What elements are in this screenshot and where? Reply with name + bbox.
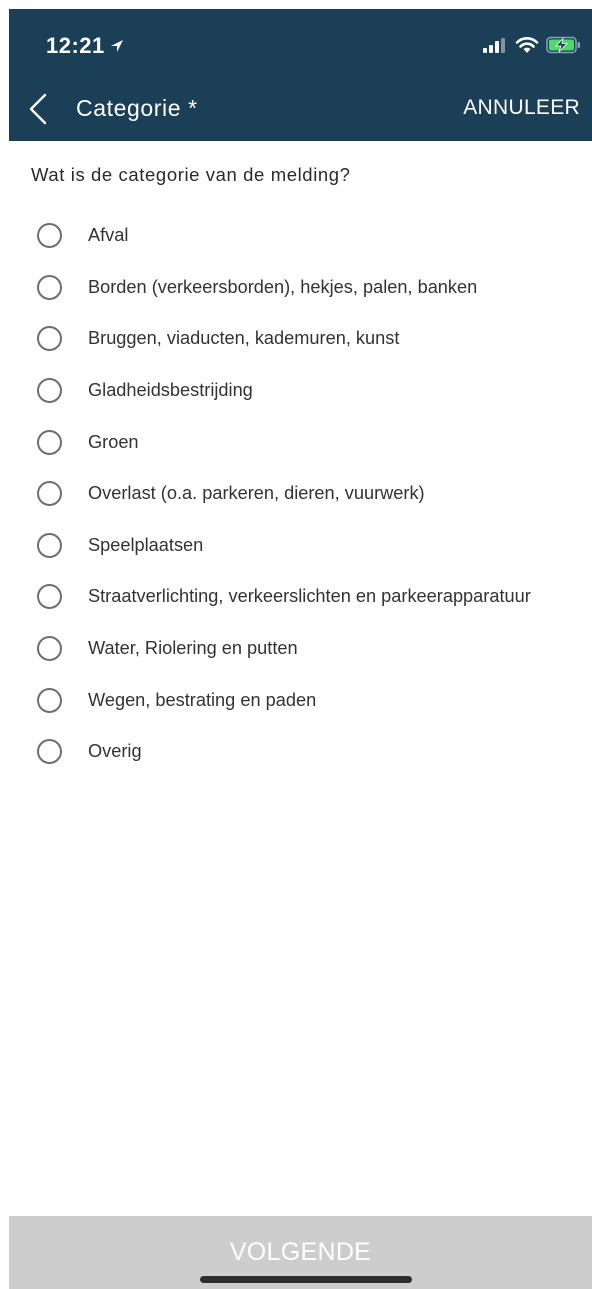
- option-bruggen[interactable]: Bruggen, viaducten, kademuren, kunst: [37, 313, 592, 365]
- option-borden[interactable]: Borden (verkeersborden), hekjes, palen, …: [37, 262, 592, 314]
- radio-unchecked-icon[interactable]: [37, 429, 62, 455]
- option-gladheidsbestrijding[interactable]: Gladheidsbestrijding: [37, 365, 592, 417]
- location-arrow-icon: [110, 40, 123, 52]
- option-label: Water, Riolering en putten: [88, 638, 298, 659]
- option-overlast[interactable]: Overlast (o.a. parkeren, dieren, vuurwer…: [37, 468, 592, 520]
- cellular-signal-icon: [483, 38, 505, 53]
- home-indicator[interactable]: [200, 1276, 412, 1283]
- option-water[interactable]: Water, Riolering en putten: [37, 623, 592, 675]
- radio-unchecked-icon[interactable]: [37, 326, 62, 352]
- option-speelplaatsen[interactable]: Speelplaatsen: [37, 520, 592, 572]
- back-button[interactable]: [25, 92, 51, 126]
- option-afval[interactable]: Afval: [37, 210, 592, 262]
- option-label: Gladheidsbestrijding: [88, 380, 253, 401]
- page-title: Categorie *: [76, 95, 198, 121]
- option-straatverlichting[interactable]: Straatverlichting, verkeerslichten en pa…: [37, 571, 592, 623]
- category-options: Afval Borden (verkeersborden), hekjes, p…: [37, 210, 592, 778]
- option-wegen[interactable]: Wegen, bestrating en paden: [37, 674, 592, 726]
- status-time: 12:21: [46, 33, 125, 59]
- radio-unchecked-icon[interactable]: [37, 223, 62, 249]
- battery-charging-icon: [546, 36, 580, 54]
- radio-unchecked-icon[interactable]: [37, 378, 62, 404]
- option-label: Straatverlichting, verkeerslichten en pa…: [88, 586, 531, 607]
- radio-unchecked-icon[interactable]: [37, 584, 62, 610]
- radio-unchecked-icon[interactable]: [37, 687, 62, 713]
- status-time-text: 12:21: [46, 33, 105, 58]
- option-label: Overig: [88, 741, 142, 762]
- option-label: Borden (verkeersborden), hekjes, palen, …: [88, 276, 478, 297]
- option-groen[interactable]: Groen: [37, 416, 592, 468]
- option-label: Wegen, bestrating en paden: [88, 689, 317, 710]
- question-label: Wat is de categorie van de melding?: [31, 164, 351, 185]
- status-icons: [482, 36, 582, 54]
- option-label: Groen: [88, 431, 139, 452]
- option-label: Afval: [88, 225, 129, 246]
- cancel-button[interactable]: ANNULEER: [463, 96, 580, 120]
- option-label: Speelplaatsen: [88, 534, 204, 555]
- option-label: Bruggen, viaducten, kademuren, kunst: [88, 328, 400, 349]
- radio-unchecked-icon[interactable]: [37, 739, 62, 765]
- header: 12:21 Categorie * ANNULEER: [9, 9, 592, 141]
- option-overig[interactable]: Overig: [37, 726, 592, 778]
- wifi-icon: [515, 37, 539, 53]
- radio-unchecked-icon[interactable]: [37, 274, 62, 300]
- radio-unchecked-icon[interactable]: [37, 532, 62, 558]
- option-label: Overlast (o.a. parkeren, dieren, vuurwer…: [88, 483, 425, 504]
- radio-unchecked-icon[interactable]: [37, 481, 62, 507]
- radio-unchecked-icon[interactable]: [37, 636, 62, 662]
